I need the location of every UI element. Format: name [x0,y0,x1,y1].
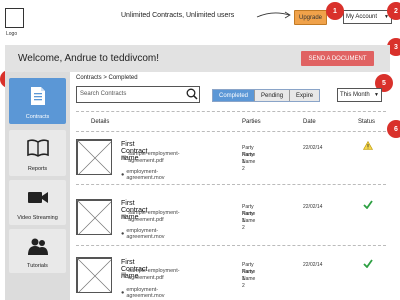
period-dropdown[interactable]: This Month ▼ [337,88,382,102]
my-account-dropdown[interactable]: My Account ▼ [343,10,392,24]
column-header-date: Date [303,119,316,125]
sidebar-item-contracts[interactable]: Contracts [9,78,66,124]
pdf-file-icon: ▤ [121,214,127,220]
pdf-attachment[interactable]: ▤ sample-employment-agreement.pdf [121,268,196,282]
thumbnail-placeholder-icon [76,257,112,293]
video-attachment[interactable]: ● employment-agreement.mov [121,287,165,299]
document-icon [30,87,45,105]
warning-icon [363,141,373,150]
party-name: Party Name 2 [242,152,256,172]
period-label: This Month [340,92,370,98]
column-header-status: Status [358,119,376,125]
video-attachment[interactable]: ● employment-agreement.mov [121,169,165,181]
thumbnail-placeholder-icon [76,139,112,175]
search-input[interactable]: Search Contracts [76,86,200,103]
divider [76,131,386,132]
welcome-message: Welcome, Andrue to teddivcom! [18,53,159,64]
logo-label: Logo [6,31,18,37]
checkmark-icon [363,259,373,268]
divider [76,111,386,112]
sidebar-item-label: Tutorials [27,263,48,269]
tagline: Unlimited Contracts, Unlimited users [121,12,235,19]
chevron-down-icon: ▼ [374,92,379,98]
sidebar-item-label: Contracts [25,114,50,120]
my-account-label: My Account [346,14,378,20]
tab-completed[interactable]: Completed [213,90,256,101]
tab-expire[interactable]: Expire [290,90,320,101]
arrow-icon [256,11,291,19]
send-document-button[interactable]: SEND A DOCUMENT [301,51,374,66]
sidebar-item-label: Video Streaming [17,215,58,221]
contract-date: 22/02/14 [303,204,323,210]
logo-placeholder[interactable] [5,8,24,28]
upgrade-button[interactable]: Upgrade [294,10,327,25]
sidebar-item-video-streaming[interactable]: Video Streaming [9,180,66,225]
sidebar-item-label: Reports [27,166,48,172]
annotation-badge-1: 1 [326,2,344,20]
pdf-attachment[interactable]: ▤ sample-employment-agreement.pdf [121,151,196,165]
video-attachment[interactable]: ● employment-agreement.mov [121,228,165,240]
search-icon[interactable] [186,88,198,100]
thumbnail-placeholder-icon [76,199,112,235]
tab-pending[interactable]: Pending [255,90,291,101]
pdf-file-icon: ▤ [121,155,127,161]
party-name: Party Name 2 [242,269,256,289]
party-name: Party Name 2 [242,211,256,231]
pdf-attachment[interactable]: ▤ sample-employment-agreement.pdf [121,210,196,224]
sidebar-item-reports[interactable]: Reports [9,130,66,176]
book-icon [26,139,49,157]
status-tabs: Completed Pending Expire [212,89,321,102]
column-header-details: Details [91,119,110,125]
video-camera-icon [27,192,48,203]
checkmark-icon [363,200,373,209]
microphone-icon: ● [121,290,125,296]
microphone-icon: ● [121,172,125,178]
contract-date: 22/02/14 [303,145,323,151]
microphone-icon: ● [121,231,125,237]
pdf-file-icon: ▤ [121,272,127,278]
divider [76,184,386,185]
annotation-badge-6: 6 [387,120,400,138]
column-header-parties: Parties [242,119,261,125]
divider [76,245,386,246]
breadcrumb: Contracts > Completed [76,75,138,81]
sidebar: Contracts Reports Video Streaming Tutori… [5,72,70,300]
annotation-badge-2: 2 [387,2,400,20]
sidebar-item-tutorials[interactable]: Tutorials [9,229,66,273]
users-icon [27,238,48,255]
contract-date: 22/02/14 [303,262,323,268]
